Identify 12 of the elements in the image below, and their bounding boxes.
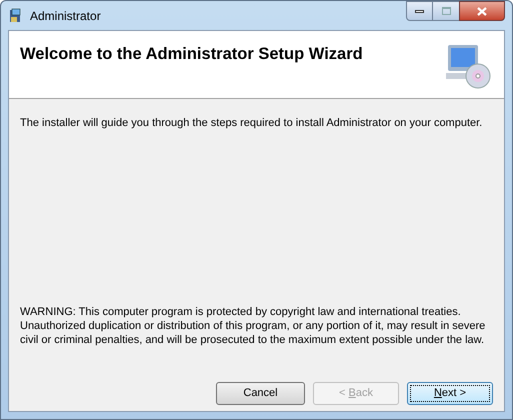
- computer-disc-icon: [445, 43, 493, 89]
- default-button[interactable]: Next >: [407, 382, 493, 405]
- wizard-button[interactable]: Cancel: [216, 382, 305, 405]
- header-title: Welcome to the Administrator Setup Wizard: [20, 44, 363, 65]
- close-icon: [477, 6, 487, 16]
- warning-text: WARNING: This computer program is protected by copyright law and international treaties. Unauthorized duplication or distribution of this program, or any portion of it, may result in severe civil or criminal penalties, and will be prosecuted to the maximum extent possible under the law.: [20, 305, 486, 347]
- close-button[interactable]: [459, 1, 505, 21]
- minimize-icon: [415, 10, 424, 12]
- intro-text: The installer will guide you through the steps required to install Administrator on your computer.: [20, 116, 484, 130]
- maximize-icon: [442, 7, 450, 15]
- window-title: Administrator: [30, 8, 101, 25]
- minimize-button[interactable]: [406, 1, 433, 21]
